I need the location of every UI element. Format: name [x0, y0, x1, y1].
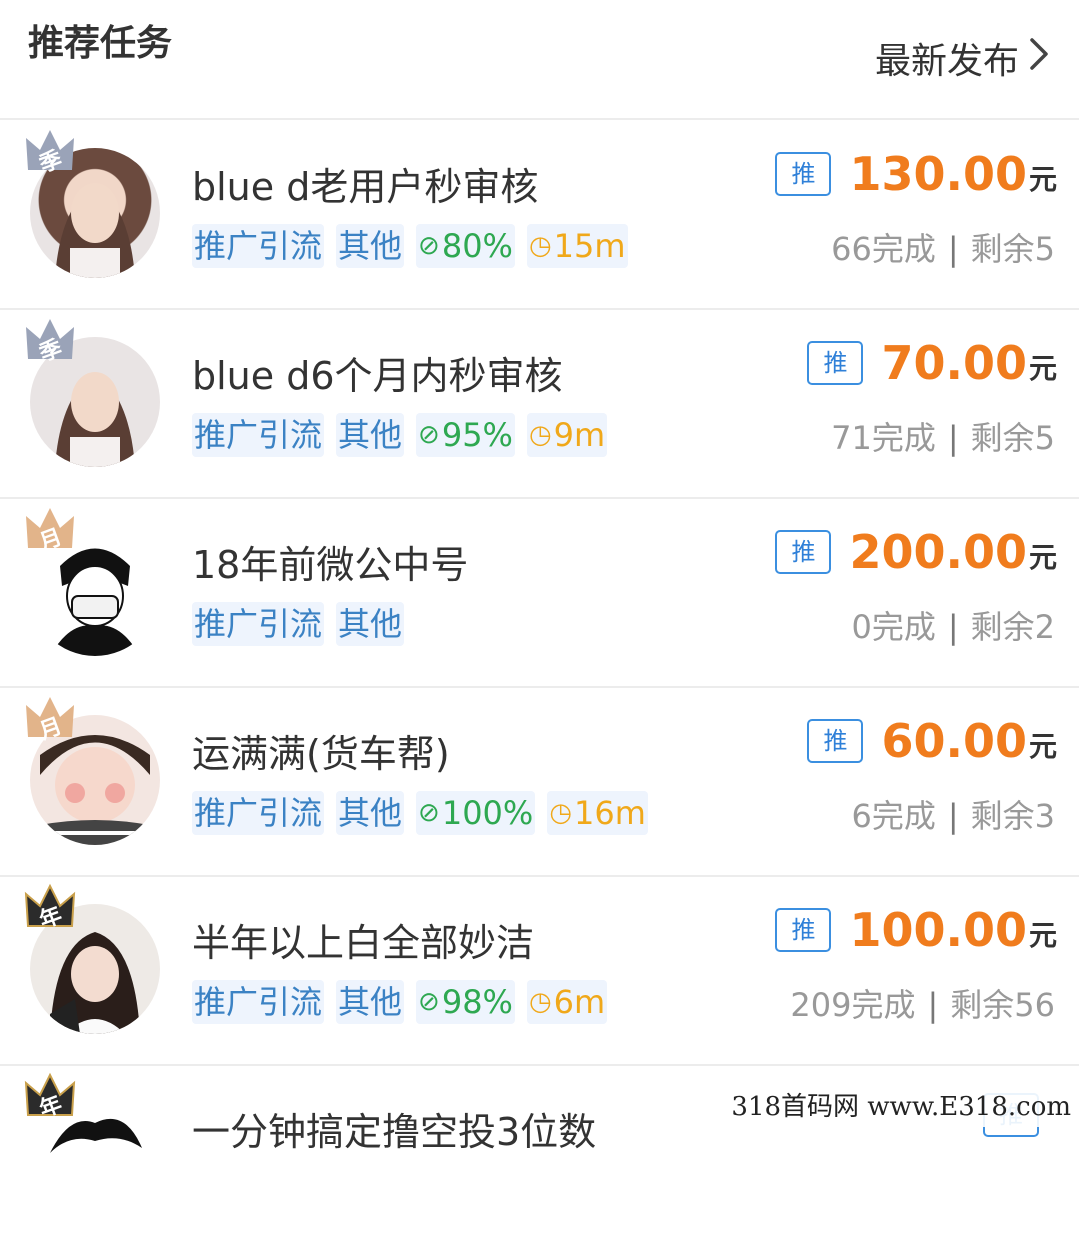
- user-avatar[interactable]: 年: [24, 882, 164, 1034]
- clock-icon: ◷: [528, 987, 552, 1017]
- remaining-count: 剩余56: [950, 986, 1055, 1024]
- price-unit: 元: [1028, 919, 1057, 952]
- task-stats: 71完成 | 剩余5: [831, 419, 1055, 457]
- latest-published-link[interactable]: 最新发布: [875, 32, 1049, 84]
- recommend-badge: 推: [775, 908, 832, 952]
- task-item[interactable]: 季 blue d老用户秒审核 推广引流 其他 ⊘ 80% ◷ 15m 推 130.0…: [0, 120, 1079, 310]
- completed-count: 0完成: [851, 608, 936, 646]
- crown-badge-icon: 季: [22, 313, 78, 369]
- check-circle-icon: ⊘: [418, 231, 440, 261]
- price-line: 推 70.00 元: [807, 337, 1057, 389]
- tag-category-other: 其他: [336, 602, 405, 646]
- remaining-count: 剩余5: [970, 419, 1055, 457]
- price-line: 推 60.00 元: [807, 715, 1057, 767]
- section-title: 推荐任务: [28, 23, 173, 64]
- check-circle-icon: ⊘: [418, 987, 440, 1017]
- price-unit: 元: [1028, 163, 1057, 196]
- task-stats: 0完成 | 剩余2: [851, 608, 1055, 646]
- recommend-badge: 推: [775, 152, 832, 196]
- price-unit: 元: [1028, 541, 1057, 574]
- task-title: 运满满(货车帮): [192, 732, 450, 776]
- crown-badge-icon: 月: [22, 691, 78, 747]
- watermark: 318首码网 www.E318.com: [723, 1082, 1079, 1127]
- tag-category: 推广引流: [192, 413, 325, 457]
- tag-review-time: ◷ 15m: [526, 224, 628, 268]
- tag-category-other: 其他: [336, 980, 405, 1024]
- task-price: 200.00: [849, 525, 1027, 579]
- clock-icon: ◷: [549, 798, 572, 828]
- task-item[interactable]: 年 半年以上白全部妙洁 推广引流 其他 ⊘ 98% ◷ 6m 推 100.00 元 …: [0, 876, 1079, 1066]
- tag-approval-rate: ⊘ 100%: [416, 791, 536, 835]
- price-unit: 元: [1028, 352, 1057, 385]
- crown-badge-icon: 年: [22, 880, 78, 936]
- price-unit: 元: [1028, 730, 1057, 763]
- task-title: 半年以上白全部妙洁: [192, 921, 535, 965]
- tag-approval-rate: ⊘ 95%: [416, 413, 515, 457]
- recommend-badge: 推: [807, 341, 864, 385]
- user-avatar[interactable]: 年: [24, 1071, 164, 1223]
- task-stats: 66完成 | 剩余5: [831, 230, 1055, 268]
- task-price: 130.00: [849, 147, 1027, 201]
- remaining-count: 剩余5: [970, 230, 1055, 268]
- crown-badge-icon: 年: [22, 1069, 78, 1125]
- tag-category: 推广引流: [192, 980, 325, 1024]
- tag-category: 推广引流: [192, 224, 325, 268]
- user-avatar[interactable]: 月: [26, 504, 164, 656]
- user-avatar[interactable]: 季: [26, 315, 164, 467]
- check-circle-icon: ⊘: [418, 798, 440, 828]
- task-item[interactable]: 月 运满满(货车帮) 推广引流 其他 ⊘ 100% ◷ 16m 推 60.00 元 …: [0, 687, 1079, 877]
- completed-count: 66完成: [831, 230, 936, 268]
- tag-category: 推广引流: [192, 602, 325, 646]
- completed-count: 209完成: [790, 986, 916, 1024]
- tag-category-other: 其他: [336, 224, 405, 268]
- clock-icon: ◷: [528, 420, 552, 450]
- task-tags: 推广引流 其他 ⊘ 95% ◷ 9m: [192, 413, 619, 457]
- section-header: 推荐任务 最新发布: [0, 0, 1079, 120]
- tag-category-other: 其他: [336, 413, 405, 457]
- task-tags: 推广引流 其他 ⊘ 80% ◷ 15m: [192, 224, 640, 268]
- task-title: 18年前微公中号: [192, 543, 469, 587]
- completed-count: 6完成: [851, 797, 936, 835]
- task-price: 60.00: [881, 714, 1027, 768]
- task-stats: 209完成 | 剩余56: [790, 986, 1055, 1024]
- task-stats: 6完成 | 剩余3: [851, 797, 1055, 835]
- clock-icon: ◷: [528, 231, 552, 261]
- tag-category: 推广引流: [192, 791, 325, 835]
- task-tags: 推广引流 其他 ⊘ 98% ◷ 6m: [192, 980, 619, 1024]
- user-avatar[interactable]: 季: [26, 126, 164, 278]
- remaining-count: 剩余3: [970, 797, 1055, 835]
- completed-count: 71完成: [831, 419, 936, 457]
- crown-badge-icon: 月: [22, 502, 78, 558]
- task-title: 一分钟搞定撸空投3位数: [192, 1110, 597, 1154]
- tag-category-other: 其他: [336, 791, 405, 835]
- tag-review-time: ◷ 6m: [526, 980, 608, 1024]
- tag-review-time: ◷ 16m: [547, 791, 648, 835]
- task-item[interactable]: 月 18年前微公中号 推广引流 其他 推 200.00 元 0完成 | 剩余2: [0, 498, 1079, 688]
- tag-review-time: ◷ 9m: [526, 413, 608, 457]
- latest-published-label: 最新发布: [874, 41, 1019, 82]
- remaining-count: 剩余2: [970, 608, 1055, 646]
- price-line: 推 100.00 元: [775, 904, 1057, 956]
- recommend-badge: 推: [807, 719, 864, 763]
- price-line: 推 200.00 元: [775, 526, 1057, 578]
- tag-approval-rate: ⊘ 98%: [416, 980, 515, 1024]
- crown-badge-icon: 季: [22, 124, 78, 180]
- task-title: blue d老用户秒审核: [192, 165, 539, 209]
- task-price: 100.00: [849, 903, 1027, 957]
- task-title: blue d6个月内秒审核: [192, 354, 563, 398]
- check-circle-icon: ⊘: [418, 420, 440, 450]
- task-price: 70.00: [881, 336, 1027, 390]
- price-line: 推 130.00 元: [775, 148, 1057, 200]
- task-tags: 推广引流 其他 ⊘ 100% ◷ 16m: [192, 791, 660, 835]
- chevron-right-icon: [1029, 37, 1049, 80]
- task-item[interactable]: 季 blue d6个月内秒审核 推广引流 其他 ⊘ 95% ◷ 9m 推 70.00…: [0, 309, 1079, 499]
- user-avatar[interactable]: 月: [26, 693, 164, 845]
- task-tags: 推广引流 其他: [192, 602, 416, 646]
- recommend-badge: 推: [775, 530, 832, 574]
- tag-approval-rate: ⊘ 80%: [416, 224, 515, 268]
